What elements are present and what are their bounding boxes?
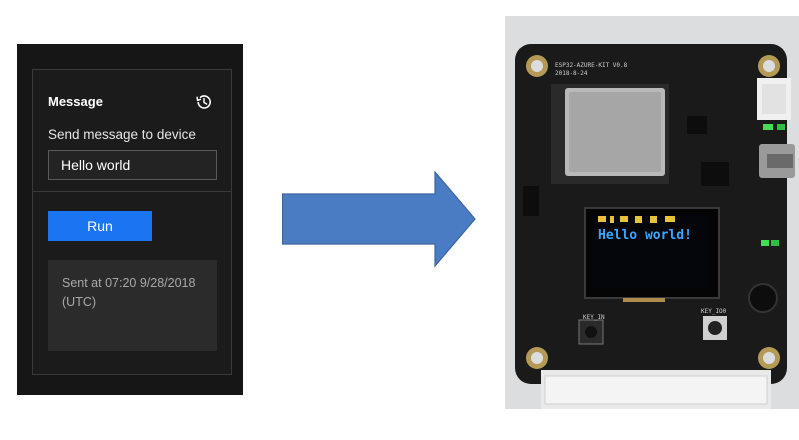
message-card: Message Send message to device Run Sent … bbox=[32, 69, 232, 375]
panel-title: Message bbox=[48, 94, 103, 109]
key-in-label: KEY_IN bbox=[583, 314, 605, 321]
status-box: Sent at 07:20 9/28/2018 (UTC) bbox=[48, 260, 217, 351]
key-io-label: KEY_IO0 bbox=[701, 308, 727, 315]
board-date: 2018-8-24 bbox=[555, 70, 588, 77]
right-arrow-icon bbox=[282, 171, 476, 268]
divider bbox=[33, 191, 231, 192]
status-text: Sent at 07:20 9/28/2018 (UTC) bbox=[62, 276, 196, 309]
board-label: ESP32-AZURE-KIT V0.8 bbox=[555, 62, 628, 69]
message-form: Message Send message to device bbox=[33, 70, 231, 191]
oled-display-text: Hello world! bbox=[598, 228, 692, 243]
message-input[interactable] bbox=[48, 150, 217, 180]
send-message-label: Send message to device bbox=[48, 127, 196, 142]
history-icon[interactable] bbox=[195, 93, 213, 111]
device-photo: ESP32-AZURE-KIT V0.8 2018-8-24 KEY_IN KE… bbox=[505, 16, 799, 409]
message-panel: Message Send message to device Run Sent … bbox=[17, 44, 243, 395]
run-button[interactable]: Run bbox=[48, 211, 152, 241]
board-illustration bbox=[515, 44, 795, 409]
